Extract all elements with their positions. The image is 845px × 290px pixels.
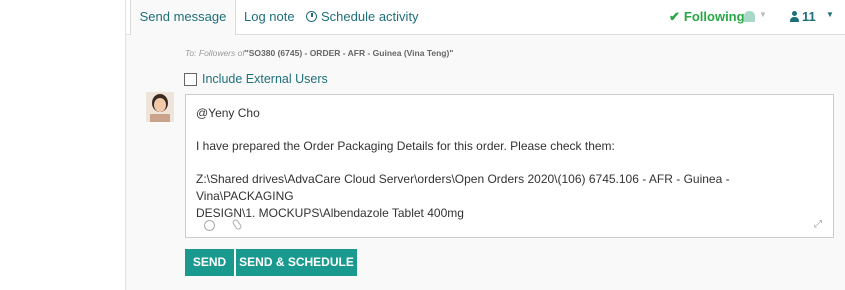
following-label: Following: [683, 9, 745, 24]
followers-dropdown-icon[interactable]: ▼: [826, 10, 834, 19]
avatar: [146, 92, 174, 122]
expand-icon[interactable]: ⤢: [814, 219, 822, 230]
person-icon: [790, 11, 799, 22]
followers-of-label: Followers of: [198, 48, 245, 58]
followers-button[interactable]: 11: [790, 0, 816, 34]
message-composer[interactable]: @Yeny Cho I have prepared the Order Pack…: [185, 94, 834, 238]
bell-icon[interactable]: [744, 11, 755, 22]
emoji-icon[interactable]: [204, 220, 215, 231]
schedule-activity-label: Schedule activity: [321, 9, 419, 24]
following-button[interactable]: ✔ Following: [669, 0, 745, 34]
clock-icon: [306, 11, 317, 22]
include-external-checkbox[interactable]: [184, 72, 197, 86]
composer-toolbar: ⤢: [186, 217, 833, 237]
to-prefix: To:: [185, 48, 197, 58]
chatter-panel: Send message Log note Schedule activity …: [125, 0, 845, 290]
tab-send-message[interactable]: Send message: [130, 0, 236, 35]
check-icon: ✔: [669, 9, 680, 24]
followers-count: 11: [802, 9, 816, 24]
include-external-users[interactable]: Include External Users: [184, 72, 328, 86]
chevron-down-icon[interactable]: ▼: [759, 10, 767, 19]
send-button[interactable]: SEND: [185, 249, 234, 276]
mention: @Yeny Cho: [196, 106, 260, 120]
send-and-schedule-button[interactable]: SEND & SCHEDULE: [236, 249, 357, 276]
include-external-label: Include External Users: [202, 72, 328, 86]
paperclip-icon[interactable]: [231, 218, 243, 231]
tab-log-note[interactable]: Log note: [244, 0, 295, 34]
message-line: I have prepared the Order Packaging Deta…: [196, 139, 615, 153]
message-body[interactable]: @Yeny Cho I have prepared the Order Pack…: [196, 105, 821, 222]
tab-schedule-activity[interactable]: Schedule activity: [306, 0, 419, 34]
message-path-line-1: Z:\Shared drives\AdvaCare Cloud Server\o…: [196, 172, 730, 203]
chatter-tabbar: Send message Log note Schedule activity …: [126, 0, 845, 35]
record-name: "SO380 (6745) - ORDER - AFR - Guinea (Vi…: [244, 48, 454, 58]
recipients-line: To: Followers of"SO380 (6745) - ORDER - …: [185, 48, 453, 58]
